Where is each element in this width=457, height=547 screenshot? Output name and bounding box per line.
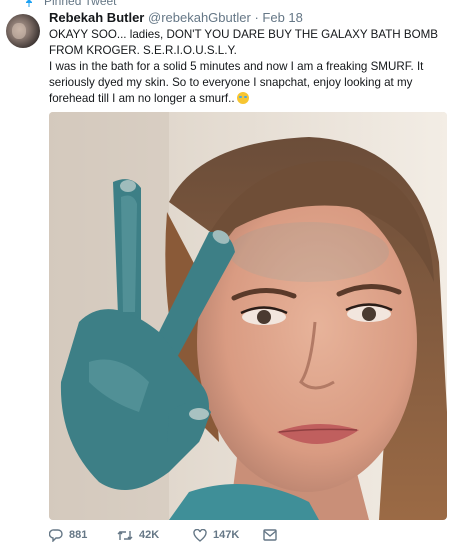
author-handle[interactable]: @rebekahGbutler bbox=[148, 10, 251, 25]
pinned-label: Pinned Tweet bbox=[44, 0, 117, 8]
like-button[interactable]: 147K bbox=[193, 528, 259, 542]
selfie-photo-illustration bbox=[49, 112, 447, 520]
tweet-line-2: I was in the bath for a solid 5 minutes … bbox=[49, 59, 449, 107]
reply-count: 881 bbox=[69, 529, 88, 541]
retweet-count: 42K bbox=[139, 529, 160, 541]
reply-icon bbox=[49, 528, 63, 542]
tweet-photo[interactable] bbox=[49, 112, 447, 520]
face-with-tears-of-joy-emoji bbox=[236, 92, 249, 104]
pin-icon bbox=[26, 0, 32, 7]
author-name[interactable]: Rebekah Butler bbox=[49, 10, 144, 25]
reply-button[interactable]: 881 bbox=[49, 528, 103, 542]
header-separator: · bbox=[254, 10, 259, 25]
tweet-date[interactable]: Feb 18 bbox=[262, 10, 302, 25]
direct-message-button[interactable] bbox=[263, 529, 277, 541]
tweet-header: Rebekah Butler @rebekahGbutler · Feb 18 bbox=[49, 10, 303, 26]
like-icon bbox=[193, 528, 207, 542]
tweet-line-1: OKAYY SOO... ladies, DON'T YOU DARE BUY … bbox=[49, 28, 439, 57]
tweet-text: OKAYY SOO... ladies, DON'T YOU DARE BUY … bbox=[49, 27, 449, 107]
retweet-button[interactable]: 42K bbox=[117, 529, 183, 542]
retweet-icon bbox=[117, 530, 133, 540]
tweet-actions: 881 42K 147K bbox=[49, 527, 277, 543]
like-count: 147K bbox=[213, 529, 240, 541]
pinned-tweet-indicator: Pinned Tweet bbox=[24, 0, 117, 8]
message-icon bbox=[263, 529, 277, 541]
avatar[interactable] bbox=[6, 14, 40, 48]
